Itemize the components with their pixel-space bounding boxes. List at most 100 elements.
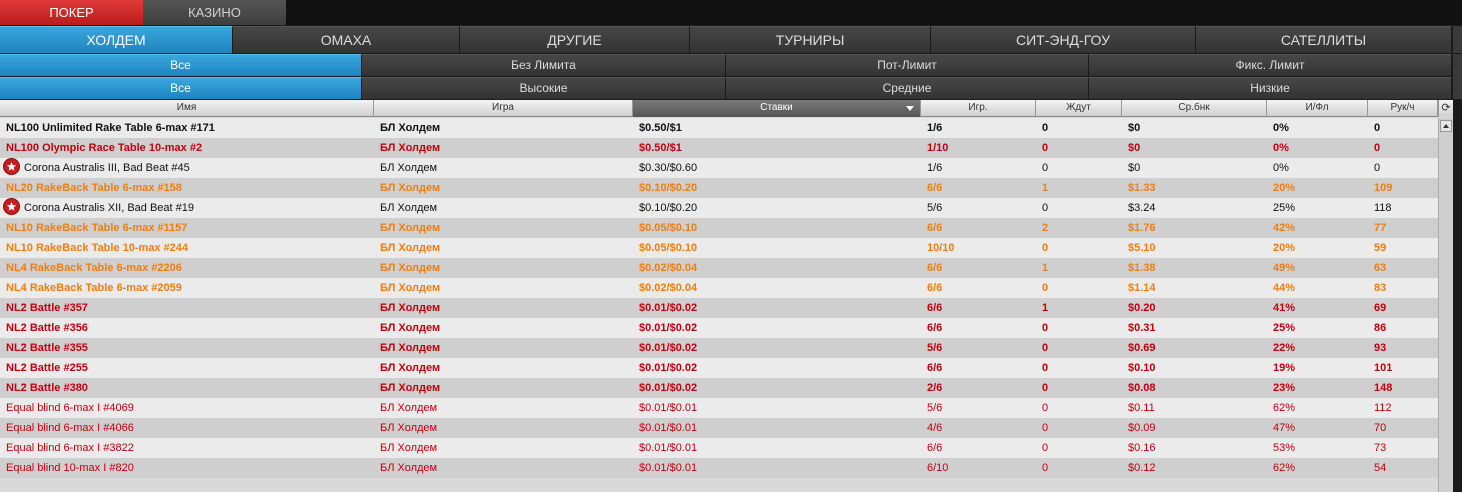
cell-hands-hour-text: 101: [1374, 362, 1393, 374]
cell-avg-pot-text: $0.11: [1128, 402, 1155, 414]
cell-name-text: NL100 Unlimited Rake Table 6-max #171: [6, 122, 215, 134]
cell-name: NL100 Olympic Race Table 10-max #2: [0, 138, 374, 158]
table-row[interactable]: NL100 Olympic Race Table 10-max #2 БЛ Хол…: [0, 138, 1438, 158]
tab-no-limit[interactable]: Без Лимита: [362, 54, 726, 76]
cell-avg-pot: $0.09: [1122, 418, 1267, 438]
tab-casino[interactable]: КАЗИНО: [143, 0, 286, 25]
table-row[interactable]: Equal blind 6-max I #3822 БЛ Холдем $0.01/…: [0, 438, 1438, 458]
table-row[interactable]: NL4 RakeBack Table 6-max #2206 БЛ Холдем $…: [0, 258, 1438, 278]
cell-name-text: NL2 Battle #355: [6, 342, 88, 354]
cell-players-flop-text: 20%: [1273, 182, 1296, 194]
cell-hands-hour: 118: [1368, 198, 1438, 218]
tab-omaha[interactable]: ОМАХА: [233, 26, 460, 53]
cell-players: 6/6: [921, 318, 1036, 338]
side-strip: [1453, 54, 1462, 99]
table-row[interactable]: NL4 RakeBack Table 6-max #2059 БЛ Холдем $…: [0, 278, 1438, 298]
tab-tournaments[interactable]: ТУРНИРЫ: [690, 26, 931, 53]
cell-waiting-text: 0: [1042, 382, 1049, 394]
tab-stakes-all[interactable]: Все: [0, 77, 362, 99]
cell-game-text: БЛ Холдем: [380, 302, 441, 314]
cell-players-text: 5/6: [927, 342, 943, 354]
tab-stakes-medium[interactable]: Средние: [726, 77, 1089, 99]
tab-stakes-low[interactable]: Низкие: [1089, 77, 1452, 99]
cell-players-flop: 25%: [1267, 318, 1368, 338]
cell-stakes: $0.01/$0.02: [633, 378, 921, 398]
cell-players-flop-text: 49%: [1273, 262, 1296, 274]
table-row[interactable]: NL10 RakeBack Table 6-max #1157 БЛ Холдем…: [0, 218, 1438, 238]
scroll-up-arrow-icon[interactable]: [1440, 120, 1452, 132]
tab-holdem[interactable]: ХОЛДЕМ: [0, 26, 233, 53]
tab-limit-all[interactable]: Все: [0, 54, 362, 76]
cell-stakes-text: $0.01/$0.01: [639, 462, 698, 474]
cell-hands-hour: 0: [1368, 158, 1438, 178]
cell-waiting-text: 0: [1042, 162, 1049, 174]
cell-waiting: 0: [1036, 118, 1122, 138]
table-row[interactable]: Equal blind 10-max I #820 БЛ Холдем $0.01/…: [0, 458, 1438, 478]
tab-sit-and-go[interactable]: СИТ-ЭНД-ГОУ: [931, 26, 1196, 53]
tab-poker[interactable]: ПОКЕР: [0, 0, 143, 25]
table-row[interactable]: Corona Australis III, Bad Beat #45 БЛ Хол…: [0, 158, 1438, 178]
refresh-icon[interactable]: ⟳: [1438, 100, 1453, 117]
cell-stakes-text: $0.01/$0.02: [639, 322, 698, 334]
cell-stakes: $0.01/$0.02: [633, 298, 921, 318]
cell-name: Corona Australis III, Bad Beat #45: [0, 158, 374, 178]
cell-name: Equal blind 6-max I #4069: [0, 398, 374, 418]
col-header-players-flop[interactable]: И/Фл: [1267, 100, 1368, 117]
table-row[interactable]: NL10 RakeBack Table 10-max #244 БЛ Холдем…: [0, 238, 1438, 258]
col-header-hands-hour[interactable]: Рук/ч: [1368, 100, 1438, 117]
cell-waiting: 0: [1036, 398, 1122, 418]
cell-stakes: $0.10/$0.20: [633, 178, 921, 198]
cell-waiting: 0: [1036, 198, 1122, 218]
cell-game-text: БЛ Холдем: [380, 262, 441, 274]
cell-waiting-text: 1: [1042, 182, 1049, 194]
cell-game: БЛ Холдем: [374, 458, 633, 478]
cell-players-flop-text: 62%: [1273, 462, 1296, 474]
cell-stakes: $0.50/$1: [633, 138, 921, 158]
tab-fixed-limit[interactable]: Фикс. Лимит: [1089, 54, 1452, 76]
cell-game: БЛ Холдем: [374, 178, 633, 198]
table-row[interactable]: NL2 Battle #380 БЛ Холдем $0.01/$0.02 2/6 0 $…: [0, 378, 1438, 398]
col-header-name[interactable]: Имя: [0, 100, 374, 117]
cell-hands-hour-text: 0: [1374, 142, 1381, 154]
tab-pot-limit[interactable]: Пот-Лимит: [726, 54, 1089, 76]
cell-hands-hour: 59: [1368, 238, 1438, 258]
table-row[interactable]: NL2 Battle #357 БЛ Холдем $0.01/$0.02 6/6 1 $…: [0, 298, 1438, 318]
cell-name-text: Equal blind 6-max I #4069: [6, 402, 134, 414]
cell-hands-hour: 101: [1368, 358, 1438, 378]
cell-waiting-text: 0: [1042, 242, 1049, 254]
cell-hands-hour-text: 83: [1374, 282, 1387, 294]
cell-waiting-text: 0: [1042, 142, 1049, 154]
cell-players-flop: 19%: [1267, 358, 1368, 378]
cell-stakes-text: $0.02/$0.04: [639, 262, 698, 274]
cell-waiting: 0: [1036, 318, 1122, 338]
table-row[interactable]: Equal blind 6-max I #4066 БЛ Холдем $0.01/…: [0, 418, 1438, 438]
cell-players: 6/6: [921, 218, 1036, 238]
table-row[interactable]: NL2 Battle #356 БЛ Холдем $0.01/$0.02 6/6 0 $…: [0, 318, 1438, 338]
col-header-stakes[interactable]: Ставки: [633, 100, 921, 117]
table-row[interactable]: NL2 Battle #255 БЛ Холдем $0.01/$0.02 6/6 0 $…: [0, 358, 1438, 378]
col-header-avg-pot[interactable]: Ср.бнк: [1122, 100, 1267, 117]
tab-satellites[interactable]: САТЕЛЛИТЫ: [1196, 26, 1452, 53]
cell-hands-hour: 109: [1368, 178, 1438, 198]
cell-players-text: 6/10: [927, 462, 949, 474]
cell-waiting: 0: [1036, 378, 1122, 398]
table-row[interactable]: Corona Australis XII, Bad Beat #19 БЛ Хол…: [0, 198, 1438, 218]
cell-players-text: 4/6: [927, 422, 943, 434]
col-header-waiting[interactable]: Ждут: [1036, 100, 1122, 117]
table-row[interactable]: NL100 Unlimited Rake Table 6-max #171 БЛ …: [0, 118, 1438, 138]
table-row[interactable]: NL2 Battle #355 БЛ Холдем $0.01/$0.02 5/6 0 $…: [0, 338, 1438, 358]
cell-players-text: 6/6: [927, 282, 943, 294]
table-row[interactable]: Equal blind 6-max I #4069 БЛ Холдем $0.01/…: [0, 398, 1438, 418]
vertical-scrollbar[interactable]: [1438, 118, 1453, 492]
cell-stakes-text: $0.01/$0.02: [639, 362, 698, 374]
cell-avg-pot-text: $0.69: [1128, 342, 1156, 354]
table-row[interactable]: NL20 RakeBack Table 6-max #158 БЛ Холдем $…: [0, 178, 1438, 198]
cell-waiting: 1: [1036, 298, 1122, 318]
col-header-players[interactable]: Игр.: [921, 100, 1036, 117]
tab-other[interactable]: ДРУГИЕ: [460, 26, 690, 53]
cell-game-text: БЛ Холдем: [380, 402, 438, 414]
tab-stakes-high[interactable]: Высокие: [362, 77, 726, 99]
cell-avg-pot-text: $3.24: [1128, 202, 1156, 214]
cell-waiting-text: 0: [1042, 282, 1049, 294]
col-header-game[interactable]: Игра: [374, 100, 633, 117]
